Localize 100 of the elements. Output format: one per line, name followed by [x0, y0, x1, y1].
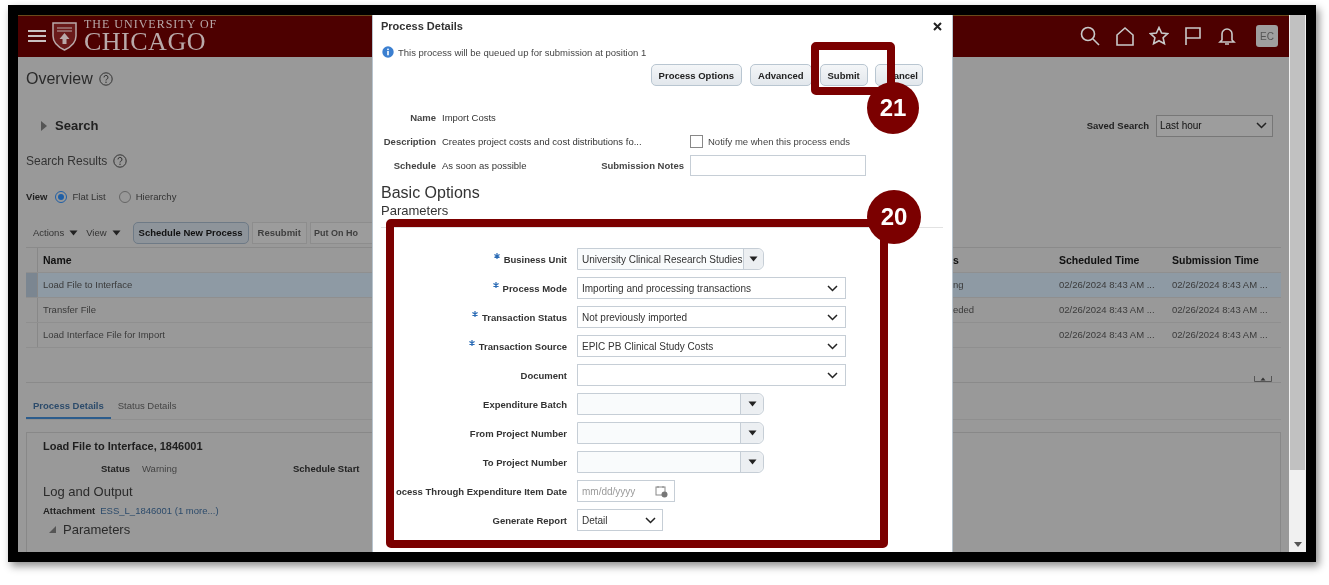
close-icon[interactable] [933, 21, 942, 31]
search-icon[interactable] [1080, 26, 1100, 47]
scrollbar[interactable] [1289, 15, 1306, 552]
column-header: Name [42, 253, 73, 266]
select-field[interactable] [577, 364, 846, 386]
menu-button[interactable]: Actions [33, 227, 79, 239]
field-label: Document [520, 369, 567, 381]
dialog-button[interactable]: Submit [819, 64, 868, 86]
checkbox[interactable] [690, 134, 703, 148]
field-label: From Project Number [469, 427, 567, 439]
field-label: Schedule Start [293, 463, 360, 475]
dialog-button[interactable]: Advanced [750, 64, 812, 86]
menu-icon[interactable] [28, 29, 46, 44]
field-label: Expenditure Batch [483, 398, 567, 410]
section-heading: Basic Options [381, 183, 480, 203]
required-icon [493, 253, 500, 259]
field-label: Submission Notes [600, 159, 684, 171]
table-cell-text: eded [953, 304, 976, 316]
chevron-down-icon [827, 284, 838, 292]
calendar-icon [655, 484, 668, 498]
field-value: Warning [142, 463, 179, 475]
field-label: Name [409, 111, 436, 123]
menu-button[interactable]: View [86, 227, 121, 239]
table-cell-text: 02/26/2024 8:43 AM ... [1059, 329, 1156, 341]
saved-search-select[interactable]: Last hour [1156, 114, 1273, 137]
tab[interactable]: Status Details [110, 394, 184, 419]
chevron-down-icon [827, 371, 838, 379]
toolbar-button[interactable]: Schedule New Process [132, 221, 249, 244]
table-cell-text: ng [953, 279, 965, 291]
field-value: As soon as possible [442, 159, 528, 171]
select-field[interactable]: Importing and processing transactions [577, 277, 846, 299]
chevron-down-icon [1256, 122, 1267, 130]
combo-field[interactable] [577, 393, 764, 415]
flag-icon[interactable] [1184, 26, 1202, 47]
caret-down-icon [111, 229, 121, 236]
info-icon [382, 46, 394, 58]
section-heading[interactable]: Parameters [63, 522, 131, 538]
collapse-icon[interactable] [1254, 375, 1272, 382]
required-icon [492, 282, 499, 288]
date-field[interactable]: mm/dd/yyyy [577, 480, 675, 502]
field-label: Saved Search [1086, 120, 1149, 132]
bell-icon[interactable] [1218, 26, 1236, 47]
field-value: Creates project costs and cost distributions fo... [442, 135, 643, 147]
field-label: ocess Through Expenditure Item Date [395, 485, 567, 497]
attachment-link[interactable]: ESS_L_1846001 (1 more...) [100, 505, 219, 517]
dialog-title: Process Details [381, 20, 463, 32]
field-label: Description [382, 135, 436, 147]
table-cell-text: Load Interface File for Import [42, 329, 166, 341]
panel-title: Load File to Interface, 1846001 [43, 438, 204, 453]
chevron-down-icon [827, 313, 838, 321]
dropdown-icon[interactable] [747, 459, 757, 465]
logo-text: THE UNIVERSITY OF [84, 17, 218, 30]
dialog-button[interactable]: Process Options [650, 64, 743, 86]
info-message: This process will be queued up for submission at position 1 [398, 46, 647, 58]
star-icon[interactable] [1149, 26, 1169, 47]
column-header: Scheduled Time [1059, 253, 1141, 266]
table-cell-text: 02/26/2024 8:43 AM ... [1172, 329, 1269, 341]
disclosure-icon[interactable] [48, 525, 57, 535]
caret-down-icon [69, 229, 79, 236]
column-header: Submission Time [1172, 253, 1260, 266]
field-label: Transaction Status [482, 311, 567, 323]
field-label: Process Mode [502, 282, 567, 294]
disclosure-icon[interactable] [40, 120, 49, 131]
combo-field[interactable]: University Clinical Research Studies [577, 248, 764, 270]
field-label: Business Unit [503, 253, 567, 265]
avatar[interactable]: EC [1256, 25, 1278, 48]
required-icon [472, 311, 478, 317]
field-label: Status [99, 463, 130, 475]
field-label: Generate Report [492, 514, 567, 526]
chevron-down-icon [645, 516, 656, 524]
table-cell-text: Load File to Interface [42, 279, 134, 291]
search-heading[interactable]: Search [55, 118, 99, 134]
combo-field[interactable] [577, 422, 764, 444]
table-cell-text: 02/26/2024 8:43 AM ... [1172, 279, 1269, 291]
notes-field[interactable] [690, 154, 866, 176]
select-field[interactable]: Detail [577, 509, 663, 531]
dropdown-icon[interactable] [747, 401, 757, 407]
section-heading: Parameters [381, 204, 449, 218]
help-icon [113, 153, 128, 168]
help-icon [98, 71, 113, 86]
field-label: Transaction Source [478, 340, 567, 352]
page-title: Overview [26, 69, 93, 88]
checkbox-label: Notify me when this process ends [708, 135, 851, 147]
section-heading: Log and Output [43, 484, 133, 500]
table-cell-text: 02/26/2024 8:43 AM ... [1059, 279, 1156, 291]
tab[interactable]: Process Details [26, 394, 111, 419]
field-value: Import Costs [442, 111, 497, 123]
select-field[interactable]: EPIC PB Clinical Study Costs [577, 335, 846, 357]
dropdown-icon[interactable] [748, 256, 758, 262]
combo-field[interactable] [577, 451, 764, 473]
field-label: View [26, 191, 48, 203]
column-header: s [953, 253, 960, 266]
dropdown-icon[interactable] [747, 430, 757, 436]
field-label: Attachment [43, 505, 96, 517]
table-cell-text: 02/26/2024 8:43 AM ... [1059, 304, 1156, 316]
shield-logo-icon [51, 21, 78, 52]
home-icon[interactable] [1115, 26, 1135, 47]
radio-label: Hierarchy [135, 191, 177, 203]
select-field[interactable]: Not previously imported [577, 306, 846, 328]
table-cell-text: 02/26/2024 8:43 AM ... [1172, 304, 1269, 316]
